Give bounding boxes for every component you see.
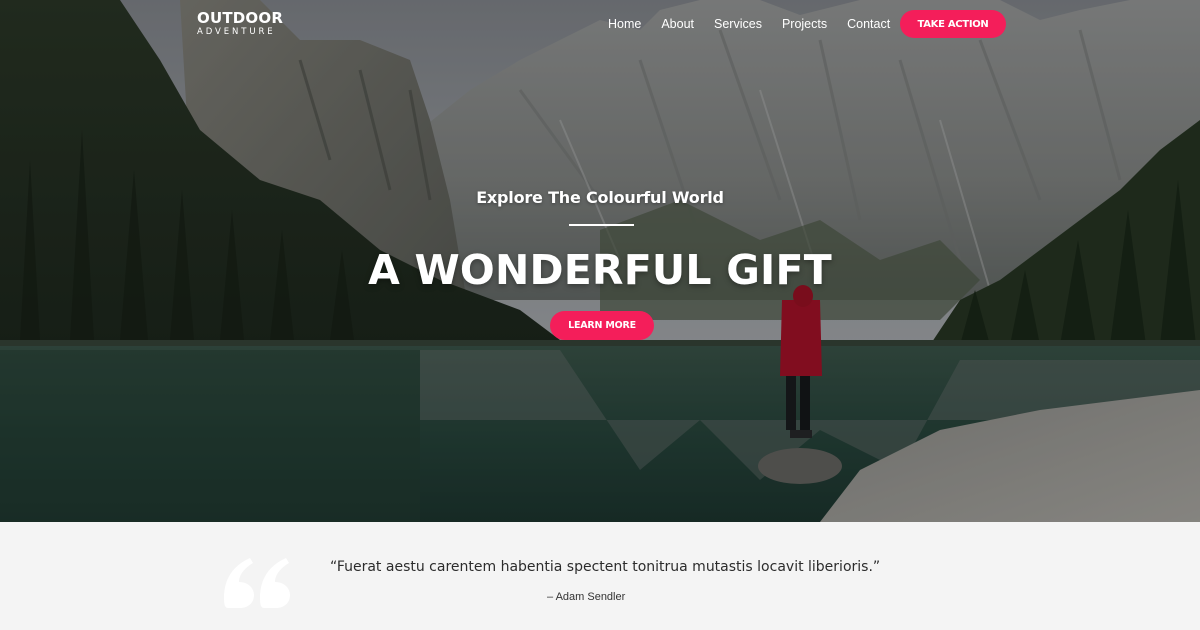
hero-title: A WONDERFUL GIFT: [368, 246, 832, 294]
nav-item-projects[interactable]: Projects: [782, 16, 827, 32]
nav-item-about[interactable]: About: [661, 16, 694, 32]
testimonial-quote: “Fuerat aestu carentem habentia spectent…: [330, 559, 881, 575]
nav-item-services[interactable]: Services: [714, 16, 762, 32]
testimonial-section: “Fuerat aestu carentem habentia spectent…: [0, 522, 1200, 630]
logo-title: OUTDOOR: [197, 9, 284, 27]
hero-section: OUTDOOR ADVENTURE Home About Services Pr…: [0, 0, 1200, 522]
hero-subtitle: Explore The Colourful World: [476, 188, 724, 207]
hero-divider: [569, 224, 634, 226]
testimonial-author: – Adam Sendler: [547, 591, 626, 603]
take-action-button[interactable]: TAKE ACTION: [900, 10, 1006, 38]
logo-subtitle: ADVENTURE: [197, 27, 276, 37]
nav-item-contact[interactable]: Contact: [847, 16, 890, 32]
quote-icon: [224, 558, 290, 608]
learn-more-button[interactable]: LEARN MORE: [550, 311, 654, 340]
nav-item-home[interactable]: Home: [608, 16, 641, 32]
main-nav: Home About Services Projects Contact: [598, 16, 900, 32]
site-header: OUTDOOR ADVENTURE Home About Services Pr…: [0, 0, 1200, 48]
site-logo[interactable]: OUTDOOR ADVENTURE: [197, 10, 283, 38]
